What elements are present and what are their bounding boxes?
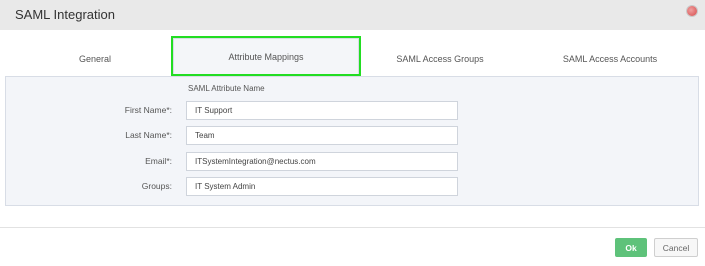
- cancel-button[interactable]: Cancel: [654, 238, 698, 257]
- last-name-label: Last Name*:: [125, 130, 172, 140]
- tab-saml-access-accounts[interactable]: SAML Access Accounts: [550, 44, 670, 74]
- email-input[interactable]: [186, 152, 458, 171]
- saml-attribute-name-header: SAML Attribute Name: [188, 84, 265, 93]
- first-name-input[interactable]: [186, 101, 458, 120]
- tab-saml-access-accounts-label: SAML Access Accounts: [562, 54, 658, 64]
- first-name-label: First Name*:: [124, 105, 172, 115]
- email-row: Email*:: [6, 152, 698, 171]
- first-name-row: First Name*:: [6, 101, 698, 120]
- tab-general-label: General: [78, 54, 112, 64]
- last-name-row: Last Name*:: [6, 126, 698, 145]
- ok-button[interactable]: Ok: [615, 238, 647, 257]
- dialog-title: SAML Integration: [15, 7, 115, 22]
- groups-row: Groups:: [6, 177, 698, 196]
- close-icon[interactable]: [687, 6, 697, 16]
- attribute-mappings-panel: SAML Attribute Name First Name*: Last Na…: [5, 76, 699, 206]
- dialog-titlebar: SAML Integration: [0, 0, 705, 30]
- tab-saml-access-groups-label: SAML Access Groups: [396, 54, 484, 64]
- groups-input[interactable]: [186, 177, 458, 196]
- tab-general[interactable]: General: [40, 44, 150, 74]
- footer-divider: [0, 227, 705, 228]
- groups-label: Groups:: [141, 181, 172, 191]
- tab-attribute-mappings[interactable]: Attribute Mappings: [171, 36, 361, 76]
- tab-saml-access-groups[interactable]: SAML Access Groups: [380, 44, 500, 74]
- email-label: Email*:: [145, 156, 172, 166]
- last-name-input[interactable]: [186, 126, 458, 145]
- tab-bar: General Attribute Mappings SAML Access G…: [0, 36, 705, 76]
- tab-attribute-mappings-label: Attribute Mappings: [228, 51, 304, 62]
